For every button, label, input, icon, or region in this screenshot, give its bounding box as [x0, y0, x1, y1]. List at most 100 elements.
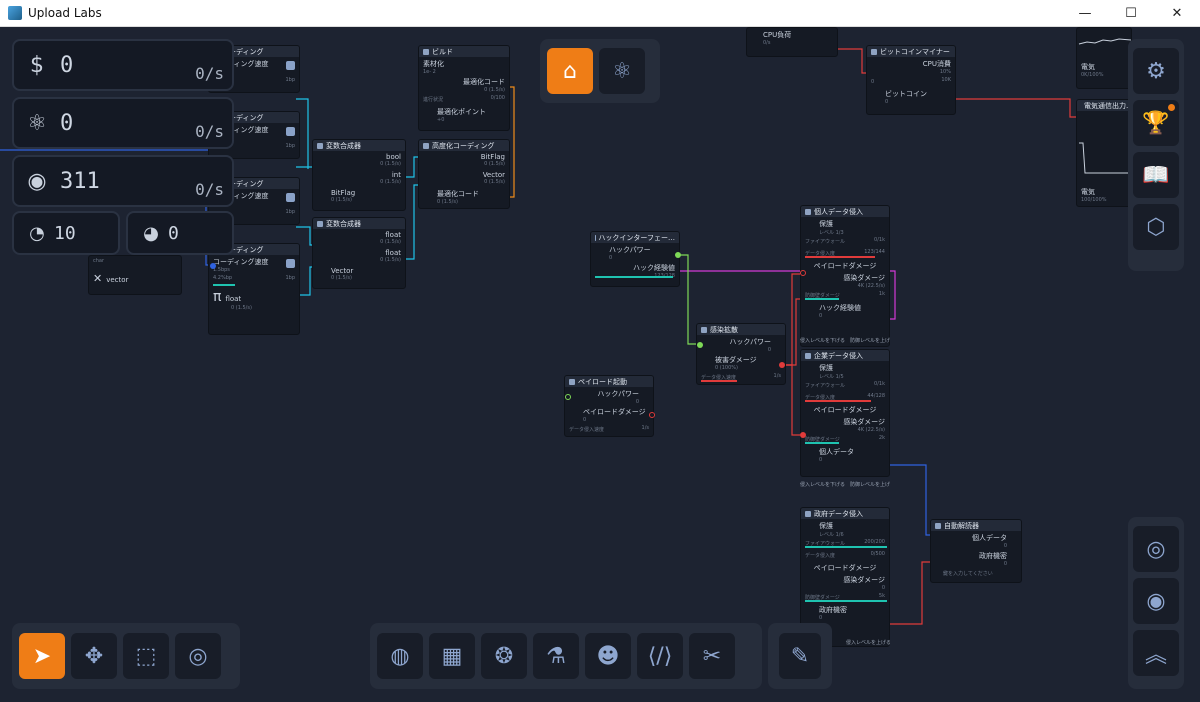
- node-sub: 0/100: [490, 95, 505, 101]
- auto-decoder-node[interactable]: 自動解読器 個人データ 0 政府機密 0 鍵を入力してください: [930, 519, 1022, 583]
- hack-interface-node[interactable]: ハックインターフェー… ハックパワー0 ハック経験値123/128: [590, 231, 680, 287]
- circle-icon: ◎: [188, 643, 208, 669]
- code-icon: [286, 127, 295, 136]
- wire-red-6: [888, 561, 932, 625]
- advanced-coding-node[interactable]: 高度化コーディング BitFlag 0 (1.5/s) Vector 0 (1.5/…: [418, 139, 510, 209]
- hexagon-button[interactable]: ⬡: [1133, 204, 1179, 250]
- research-view-button[interactable]: ⚛: [599, 48, 645, 94]
- variable-merger-node-1[interactable]: 変数合成器 bool 0 (1.5/s) int 0 (1.5/s) BitFlag…: [312, 139, 406, 211]
- wire-blue-1: [888, 464, 932, 536]
- wire-red-2: [952, 98, 1078, 118]
- achievements-button[interactable]: 🏆: [1133, 100, 1179, 146]
- node-label: 感染ダメージ: [843, 576, 885, 584]
- node-title: 自動解読器: [944, 521, 979, 530]
- move-tool-button[interactable]: ✥: [71, 633, 117, 679]
- infection-spread-node[interactable]: 感染拡散 ハックパワー 0 被害ダメージ 0 (100%) データ侵入速度 1/s: [696, 323, 786, 385]
- node-label: 感染ダメージ: [843, 418, 885, 426]
- box-select-tool-button[interactable]: ⬚: [123, 633, 169, 679]
- aperture-button[interactable]: ◎: [1133, 526, 1179, 572]
- select-tool-button[interactable]: ➤: [19, 633, 65, 679]
- hardware-category-button[interactable]: ▦: [429, 633, 475, 679]
- build-node[interactable]: ビルド 素材化 1e- 2 最適化コード 0 (1.5/s) 進行状況 0/100 最…: [418, 45, 510, 131]
- storage-panel: ◉ 311 0/s: [12, 155, 234, 207]
- node-canvas[interactable]: コーディング コーディング速度1.5bps 1bp コーディング コーディング速…: [0, 27, 1200, 702]
- lens-category-button[interactable]: ❂: [481, 633, 527, 679]
- hacking-category-button[interactable]: ☻: [585, 633, 631, 679]
- progress-bar: [213, 284, 235, 286]
- right-bottom-tray: ◎ ◉ ︽: [1128, 517, 1184, 689]
- code-icon: [286, 61, 295, 70]
- wire-cyan-2: [296, 166, 309, 169]
- node-title: 個人データ侵入: [814, 207, 863, 216]
- circle-tool-button[interactable]: ◎: [175, 633, 221, 679]
- left-node-fragment[interactable]: char ✕ vector: [88, 255, 182, 295]
- pickaxe-icon: [871, 48, 877, 55]
- progress-bar: [595, 276, 673, 278]
- personal-data-breach-node[interactable]: 個人データ侵入 保護 レベル 1/3 ファイアウォール 0/1k データ侵入度 123…: [800, 205, 890, 347]
- upgrade-button[interactable]: ︽: [1133, 630, 1179, 676]
- node-sub: 0 (1.5/s): [331, 197, 352, 203]
- node-sub: 0/s: [763, 40, 771, 46]
- minimize-button[interactable]: —: [1062, 0, 1108, 27]
- close-button[interactable]: ✕: [1154, 0, 1200, 27]
- app-logo-icon: [8, 6, 22, 20]
- node-label: 最適化コード: [437, 190, 479, 198]
- lens-icon: ❂: [494, 643, 514, 669]
- node-title: ビルド: [432, 47, 453, 56]
- port-dot: [800, 270, 806, 276]
- port-dot: [565, 394, 571, 400]
- select-icon: ⬚: [135, 643, 157, 669]
- node-sub: 0: [819, 457, 823, 463]
- node-sub: 0K/100%: [1081, 72, 1104, 78]
- node-label: ハックパワー: [597, 390, 639, 398]
- variable-merger-node-2[interactable]: 変数合成器 float 0 (1.5/s) float 0 (1.5/s) Vect…: [312, 217, 406, 289]
- maximize-button[interactable]: ☐: [1108, 0, 1154, 27]
- cpu-node[interactable]: CPU負荷 0/s: [746, 27, 838, 57]
- node-sub: 鍵を入力してください: [943, 571, 993, 577]
- node-label: Vector: [482, 171, 505, 179]
- cursor-icon: ➤: [32, 643, 52, 669]
- node-label: BitFlag: [331, 189, 356, 197]
- coding-category-button[interactable]: ⟨/⟩: [637, 633, 683, 679]
- telecom-output-node[interactable]: 電気通信出力… 電気 100/100%: [1076, 99, 1132, 207]
- port-dot: [779, 362, 785, 368]
- design-button[interactable]: ✎: [779, 633, 821, 679]
- electric-chart-node-top[interactable]: 電気 0K/100%: [1076, 27, 1132, 89]
- node-sub: char: [93, 258, 105, 264]
- breach2-footer[interactable]: 侵入レベルを下げる 防御レベルを上げる: [800, 481, 890, 488]
- settings-button[interactable]: ⚙: [1133, 48, 1179, 94]
- hacker-icon: ☻: [596, 643, 620, 669]
- port-dot: [649, 412, 655, 418]
- bitcoin-miner-node[interactable]: ビットコインマイナー CPU消費 10% 0 10K ビットコイン 0: [866, 45, 956, 115]
- node-sub: 123/144: [864, 249, 885, 255]
- atom-icon: ⚛: [612, 58, 632, 84]
- coding-node-4[interactable]: コーディング コーディング速度 1.5bps 4.2%bp 1bp π float 0 …: [208, 243, 300, 335]
- node-label: 保護: [819, 364, 833, 372]
- notification-dot: [1168, 104, 1175, 111]
- node-label: 保護: [819, 522, 833, 530]
- breach3-footer[interactable]: 侵入レベルを上げる: [846, 639, 890, 646]
- node-sub: 0: [871, 79, 875, 85]
- home-button[interactable]: ⌂: [547, 48, 593, 94]
- disk-button[interactable]: ◉: [1133, 578, 1179, 624]
- pi-icon: π: [213, 289, 222, 305]
- code-icon: [286, 193, 295, 202]
- money-rate: 0/s: [195, 64, 224, 83]
- breach1-footer[interactable]: 侵入レベルを下げる 防御レベルを上げる: [800, 337, 890, 344]
- corporate-data-breach-node[interactable]: 企業データ侵入 保護 レベル 1/5 ファイアウォール 0/1k データ侵入度 44/…: [800, 349, 890, 477]
- tools-category-button[interactable]: ✂: [689, 633, 735, 679]
- node-sub: 0 (1.5/s): [437, 199, 458, 205]
- payload-launch-node[interactable]: ペイロード起動 ハックパワー 0 ペイロードダメージ 0 データ侵入速度 1/s: [564, 375, 654, 437]
- node-label: 政府機密: [979, 552, 1007, 560]
- node-sub: ファイアウォール: [805, 239, 846, 245]
- network-category-button[interactable]: ◍: [377, 633, 423, 679]
- dollar-icon: $: [30, 52, 44, 78]
- storage-value: 311: [60, 168, 100, 194]
- node-label: ペイロードダメージ: [813, 564, 877, 572]
- research-category-button[interactable]: ⚗: [533, 633, 579, 679]
- guide-button[interactable]: 📖: [1133, 152, 1179, 198]
- node-header-icon: [935, 522, 941, 529]
- node-sub: 10K: [941, 77, 951, 83]
- right-menu-tray: ⚙ 🏆 📖 ⬡: [1128, 39, 1184, 271]
- node-sub: 0: [885, 99, 889, 105]
